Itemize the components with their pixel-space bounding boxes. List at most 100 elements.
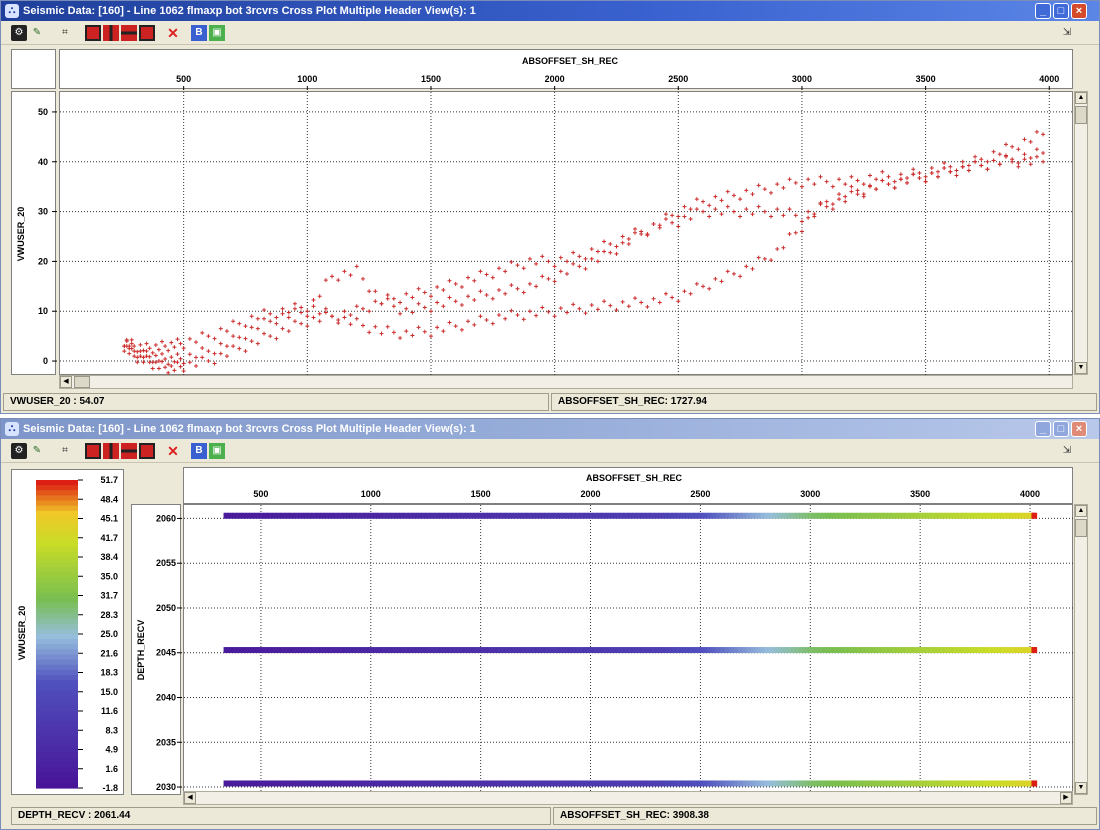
depth-band-segment <box>227 512 233 519</box>
delete-icon[interactable]: ✕ <box>165 443 181 459</box>
depth-band-segment <box>249 647 255 654</box>
scatter-point <box>323 306 328 311</box>
window2-titlebar[interactable]: ⛬ Seismic Data: [160] - Line 1062 flmaxp… <box>1 419 1099 439</box>
close-button[interactable]: × <box>1071 421 1087 437</box>
scatter-point <box>626 304 631 309</box>
scroll-thumb-h[interactable] <box>74 376 90 388</box>
stop-icon[interactable] <box>85 25 101 41</box>
row-icon[interactable] <box>121 443 137 459</box>
maximize-button[interactable]: □ <box>1053 3 1069 19</box>
depth-band-segment <box>865 512 871 519</box>
scatter-point <box>274 336 279 341</box>
scroll-thumb[interactable] <box>1075 106 1087 124</box>
depth-band-segment <box>852 780 857 787</box>
scatter-point <box>503 269 508 274</box>
depth-band-segment <box>922 512 928 519</box>
scatter-point <box>583 311 588 316</box>
depth-band-segment <box>399 647 405 654</box>
cursor-icon[interactable]: ⇲ <box>1059 443 1075 459</box>
pencil-icon[interactable]: ✎ <box>29 443 45 459</box>
scatter-point <box>466 275 471 280</box>
column-icon[interactable] <box>103 25 119 41</box>
horizontal-scrollbar[interactable]: ◀ <box>59 375 1073 389</box>
cursor-icon[interactable]: ⇲ <box>1059 25 1075 41</box>
scroll-thumb[interactable] <box>1075 519 1087 537</box>
vertical-scrollbar[interactable]: ▲ ▼ <box>1074 91 1088 375</box>
scatter-point <box>719 279 724 284</box>
depth-band-segment <box>610 780 616 787</box>
scroll-down-button[interactable]: ▼ <box>1075 782 1087 794</box>
scatter-point <box>317 311 322 316</box>
depth-band-segment <box>267 512 273 519</box>
scatter-point <box>725 204 730 209</box>
scatter-point <box>379 301 384 306</box>
scatter-point <box>694 207 699 212</box>
scatter-point <box>837 177 842 182</box>
settings-icon[interactable]: ⚙ <box>11 25 27 41</box>
scatter-point <box>639 300 644 305</box>
depth-band-segment <box>645 512 651 519</box>
column-icon[interactable] <box>103 443 119 459</box>
pencil-icon[interactable]: ✎ <box>29 25 45 41</box>
depth-band-segment <box>583 647 589 654</box>
depth-band-segment <box>518 780 523 787</box>
depth-band-segment <box>544 647 550 654</box>
grid-icon[interactable] <box>139 443 155 459</box>
depth-band-segment <box>689 512 695 519</box>
b-icon[interactable]: B <box>191 443 207 459</box>
depth-band-segment <box>830 647 835 654</box>
scroll-right-button[interactable]: ▶ <box>1060 792 1072 804</box>
scatter-point <box>212 361 217 366</box>
depth-band-segment <box>372 512 378 519</box>
scroll-down-button[interactable]: ▼ <box>1075 362 1087 374</box>
window1-titlebar[interactable]: ⛬ Seismic Data: [160] - Line 1062 flmaxp… <box>1 1 1099 21</box>
delete-icon[interactable]: ✕ <box>165 25 181 41</box>
scroll-up-button[interactable]: ▲ <box>1075 505 1087 517</box>
colorbar-swatch <box>36 521 78 527</box>
depth-band-segment <box>896 647 901 654</box>
settings-icon[interactable]: ⚙ <box>11 443 27 459</box>
y-tick-label: 2050 <box>156 603 176 613</box>
depth-band-segment <box>346 512 352 519</box>
depth-band-segment <box>953 647 959 654</box>
row-icon[interactable] <box>121 25 137 41</box>
scroll-left-button[interactable]: ◀ <box>60 376 72 388</box>
scatter-point <box>410 333 415 338</box>
depth-band-segment <box>917 647 923 654</box>
y-axis-svg: DEPTH_RECV 2030 2035 2040 2045 2050 2055 2060 <box>136 513 182 792</box>
b-icon[interactable]: B <box>191 25 207 41</box>
horizontal-scrollbar[interactable]: ◀ ▶ <box>183 791 1073 805</box>
close-button[interactable]: × <box>1071 3 1087 19</box>
minimize-button[interactable]: _ <box>1035 3 1051 19</box>
depth-band-segment <box>315 647 321 654</box>
depth-band-segment <box>610 647 616 654</box>
maximize-button[interactable]: □ <box>1053 421 1069 437</box>
export-icon[interactable]: ▣ <box>209 443 225 459</box>
chart-icon[interactable]: ⌗ <box>57 25 73 41</box>
chart-icon[interactable]: ⌗ <box>57 443 73 459</box>
grid-icon[interactable] <box>139 25 155 41</box>
depth-band-segment <box>478 780 484 787</box>
scatter-point <box>546 276 551 281</box>
scroll-up-button[interactable]: ▲ <box>1075 92 1087 104</box>
colorbar-swatch <box>36 505 78 512</box>
vertical-scrollbar[interactable]: ▲ ▼ <box>1074 504 1088 795</box>
depth-band-segment <box>482 780 488 787</box>
scatter-point <box>608 241 613 246</box>
minimize-button[interactable]: _ <box>1035 421 1051 437</box>
depth-band-endpoint <box>1031 647 1036 654</box>
stop-icon[interactable] <box>85 443 101 459</box>
scroll-left-button[interactable]: ◀ <box>184 792 196 804</box>
depth-band-segment <box>456 512 462 519</box>
depth-band-segment <box>324 512 330 519</box>
depth-band-segment <box>412 512 418 519</box>
depth-band-segment <box>324 647 330 654</box>
depth-band-segment <box>535 647 541 654</box>
scatter-point <box>799 184 804 189</box>
export-icon[interactable]: ▣ <box>209 25 225 41</box>
depth-band-segment <box>522 512 528 519</box>
depth-band-segment <box>931 780 937 787</box>
x-axis-label: ABSOFFSET_SH_REC <box>522 56 619 66</box>
scatter-point <box>472 298 477 303</box>
scatter-point <box>534 284 539 289</box>
